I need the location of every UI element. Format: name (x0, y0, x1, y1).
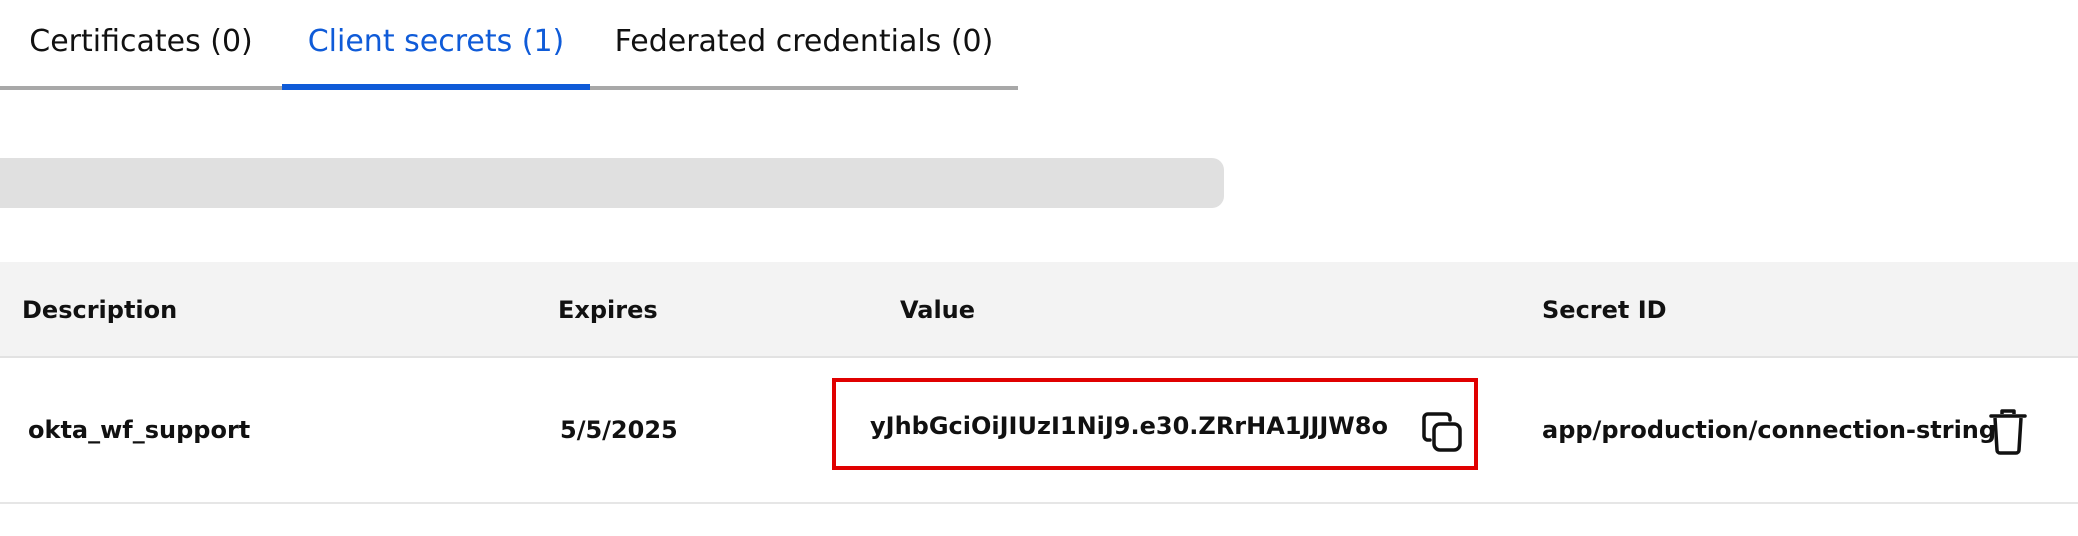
secret-value-highlight: yJhbGciOiJIUzI1NiJ9.e30.ZRrHA1JJJW8o (832, 378, 1478, 470)
tab-certificates[interactable]: Certificates (0) (0, 0, 282, 90)
column-header-description: Description (22, 296, 178, 324)
tab-federated-credentials[interactable]: Federated credentials (0) (590, 0, 1018, 90)
tab-bar: Certificates (0) Client secrets (1) Fede… (0, 0, 1018, 90)
client-secrets-table: Description Expires Value Secret ID okta… (0, 262, 2078, 504)
column-header-secret-id: Secret ID (1542, 296, 1667, 324)
trash-icon[interactable] (1988, 408, 2028, 456)
column-header-value: Value (900, 296, 976, 324)
tab-client-secrets[interactable]: Client secrets (1) (282, 0, 590, 90)
search-bar-placeholder[interactable] (0, 158, 1224, 208)
table-header: Description Expires Value Secret ID (0, 262, 2078, 358)
secret-value: yJhbGciOiJIUzI1NiJ9.e30.ZRrHA1JJJW8o (870, 412, 1388, 440)
table-row: okta_wf_support 5/5/2025 yJhbGciOiJIUzI1… (0, 358, 2078, 504)
secret-description: okta_wf_support (28, 416, 251, 444)
active-tab-indicator (282, 84, 590, 90)
secret-id: app/production/connection-string (1542, 416, 1997, 444)
secret-expires: 5/5/2025 (560, 416, 678, 444)
column-header-expires: Expires (558, 296, 658, 324)
copy-icon[interactable] (1420, 410, 1464, 454)
